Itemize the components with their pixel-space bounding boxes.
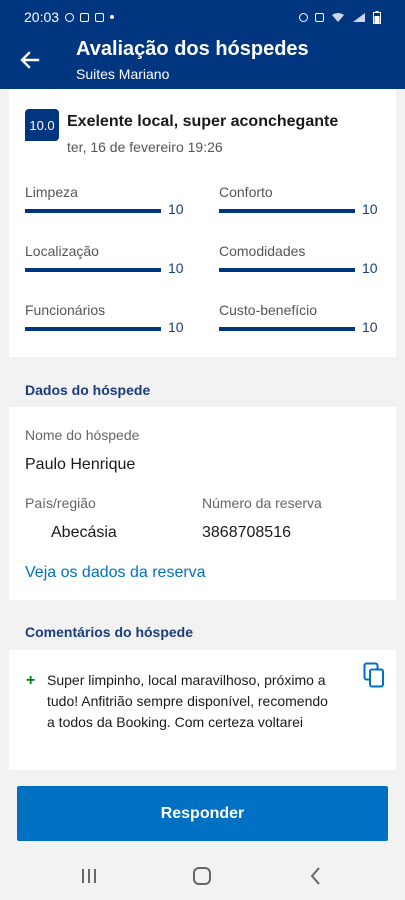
booking-number-label: Número da reserva <box>202 495 322 511</box>
comment-card: + Super limpinho, local maravilhoso, pró… <box>9 650 396 770</box>
app-header: 20:03 Avaliação dos hóspedes Suites Mari… <box>0 0 405 89</box>
alarm-icon <box>299 12 308 22</box>
guest-card: Nome do hóspede Paulo Henrique País/regi… <box>9 407 396 600</box>
rating-bar <box>25 268 161 272</box>
score-badge: 10.0 <box>25 109 59 141</box>
rating-bar-fill <box>25 327 161 331</box>
instagram-icon <box>65 12 75 22</box>
review-title: Exelente local, super aconchegante <box>67 113 339 130</box>
guest-section-heading: Dados do hóspede <box>25 382 151 398</box>
status-time: 20:03 <box>24 9 60 25</box>
booking-number: 3868708516 <box>202 524 291 541</box>
app-notification-icon <box>95 12 105 22</box>
rating-bar <box>219 209 355 213</box>
battery-icon <box>373 10 381 24</box>
rating-bar <box>25 209 161 213</box>
home-icon[interactable] <box>189 864 215 888</box>
rating-label: Comodidades <box>219 243 306 259</box>
rating-value: 10 <box>168 260 184 276</box>
file-icon <box>80 12 90 22</box>
country-label: País/região <box>25 495 96 511</box>
status-bar: 20:03 <box>0 0 405 34</box>
rating-value: 10 <box>362 201 378 217</box>
rating-label: Funcionários <box>25 302 106 318</box>
arrow-left-icon[interactable] <box>18 48 42 72</box>
rating-label: Limpeza <box>25 184 78 200</box>
review-date: ter, 16 de fevereiro 19:26 <box>67 139 223 155</box>
comments-section-heading: Comentários do hóspede <box>25 624 194 640</box>
comment-text: Super limpinho, local maravilhoso, próxi… <box>47 672 328 730</box>
rating-value: 10 <box>362 319 378 335</box>
guest-name: Paulo Henrique <box>25 456 136 473</box>
rating-bar-fill <box>25 209 161 213</box>
rating-value: 10 <box>168 319 184 335</box>
back-nav-icon[interactable] <box>303 864 329 888</box>
review-card: 10.0 Exelente local, super aconchegante … <box>9 89 396 357</box>
rating-bar <box>219 268 355 272</box>
view-booking-link[interactable]: Veja os dados da reserva <box>25 564 206 582</box>
rating-bar <box>219 327 355 331</box>
system-icons <box>299 10 381 24</box>
rating-value: 10 <box>362 260 378 276</box>
rating-bar <box>25 327 161 331</box>
copy-icon[interactable] <box>363 662 385 688</box>
recent-apps-icon[interactable] <box>76 864 102 888</box>
system-nav-bar <box>0 852 405 900</box>
rating-label: Localização <box>25 243 99 259</box>
rating-label: Conforto <box>219 184 273 200</box>
guest-name-label: Nome do hóspede <box>25 427 140 443</box>
country-value: Abecásia <box>51 524 117 541</box>
rating-bar-fill <box>25 268 161 272</box>
signal-icon <box>353 12 365 22</box>
page-title: Avaliação dos hóspedes <box>76 38 309 60</box>
property-name: Suites Mariano <box>76 66 170 82</box>
positive-comment-icon: + <box>26 672 36 689</box>
wifi-icon <box>332 12 344 22</box>
rating-bar-fill <box>219 209 355 213</box>
more-notifications-icon <box>110 15 115 19</box>
respond-button[interactable]: Responder <box>17 786 388 841</box>
rating-bar-fill <box>219 268 355 272</box>
rating-value: 10 <box>168 201 184 217</box>
mute-icon <box>315 12 324 22</box>
rating-bar-fill <box>219 327 355 331</box>
rating-label: Custo-benefício <box>219 302 318 318</box>
notification-icons <box>65 12 115 22</box>
